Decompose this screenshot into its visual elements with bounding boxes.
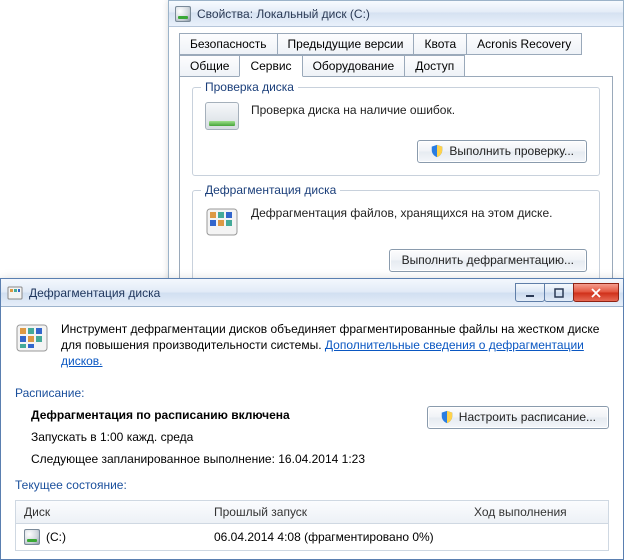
group-defrag-legend: Дефрагментация диска	[201, 183, 340, 197]
configure-schedule-button[interactable]: Настроить расписание...	[427, 406, 609, 429]
run-check-label: Выполнить проверку...	[449, 144, 574, 158]
run-defrag-label: Выполнить дефрагментацию...	[402, 253, 574, 267]
table-header: Диск Прошлый запуск Ход выполнения	[16, 501, 608, 524]
disk-last-run: 06.04.2014 4:08 (фрагментировано 0%)	[214, 530, 474, 544]
defrag-icon	[205, 205, 239, 239]
defrag-intro-text: Инструмент дефрагментации дисков объедин…	[61, 321, 609, 370]
tab-quota[interactable]: Квота	[413, 33, 467, 55]
tab-previous-versions[interactable]: Предыдущие версии	[277, 33, 415, 55]
tab-acronis-recovery[interactable]: Acronis Recovery	[466, 33, 582, 55]
shield-icon	[440, 410, 454, 424]
properties-window: Свойства: Локальный диск (C:) Безопаснос…	[168, 0, 624, 321]
schedule-next-run: Следующее запланированное выполнение: 16…	[31, 452, 609, 466]
run-defrag-button[interactable]: Выполнить дефрагментацию...	[389, 249, 587, 272]
defrag-titlebar[interactable]: Дефрагментация диска	[1, 279, 623, 307]
tab-tools[interactable]: Сервис	[239, 55, 302, 77]
tab-general[interactable]: Общие	[179, 55, 240, 77]
minimize-button[interactable]	[515, 283, 545, 302]
drive-icon	[24, 529, 40, 545]
configure-schedule-label: Настроить расписание...	[459, 410, 596, 424]
defrag-window-icon	[7, 285, 23, 301]
defrag-intro-icon	[15, 321, 49, 355]
group-defrag: Дефрагментация диска Дефрагментация файл…	[192, 190, 600, 285]
col-header-progress[interactable]: Ход выполнения	[474, 505, 600, 519]
col-header-last-run[interactable]: Прошлый запуск	[214, 505, 474, 519]
defrag-window-title: Дефрагментация диска	[29, 286, 160, 300]
shield-icon	[430, 144, 444, 158]
defrag-window: Дефрагментация диска Инструмент дефрагме…	[0, 278, 624, 560]
table-row[interactable]: (C:) 06.04.2014 4:08 (фрагментировано 0%…	[16, 524, 608, 550]
close-button[interactable]	[573, 283, 619, 302]
tab-hardware[interactable]: Оборудование	[302, 55, 406, 77]
maximize-button[interactable]	[544, 283, 574, 302]
tab-security[interactable]: Безопасность	[179, 33, 278, 55]
disk-name: (C:)	[46, 530, 66, 544]
defrag-text: Дефрагментация файлов, хранящихся на это…	[251, 205, 587, 221]
state-section-label: Текущее состояние:	[15, 478, 609, 492]
group-check-legend: Проверка диска	[201, 80, 298, 94]
col-header-disk[interactable]: Диск	[24, 505, 214, 519]
run-check-button[interactable]: Выполнить проверку...	[417, 140, 587, 163]
tab-strip: Безопасность Предыдущие версии Квота Acr…	[179, 33, 613, 77]
check-disk-text: Проверка диска на наличие ошибок.	[251, 102, 587, 118]
schedule-section-label: Расписание:	[15, 386, 609, 400]
properties-title: Свойства: Локальный диск (C:)	[197, 7, 370, 21]
tab-content-tools: Проверка диска Проверка диска на наличие…	[179, 76, 613, 306]
disk-check-icon	[205, 102, 239, 130]
group-check-disk: Проверка диска Проверка диска на наличие…	[192, 87, 600, 176]
properties-titlebar[interactable]: Свойства: Локальный диск (C:)	[169, 1, 623, 27]
drive-icon	[175, 6, 191, 22]
tab-sharing[interactable]: Доступ	[404, 55, 465, 77]
schedule-time: Запускать в 1:00 кажд. среда	[31, 430, 609, 444]
schedule-block: Настроить расписание... Дефрагментация п…	[15, 408, 609, 466]
